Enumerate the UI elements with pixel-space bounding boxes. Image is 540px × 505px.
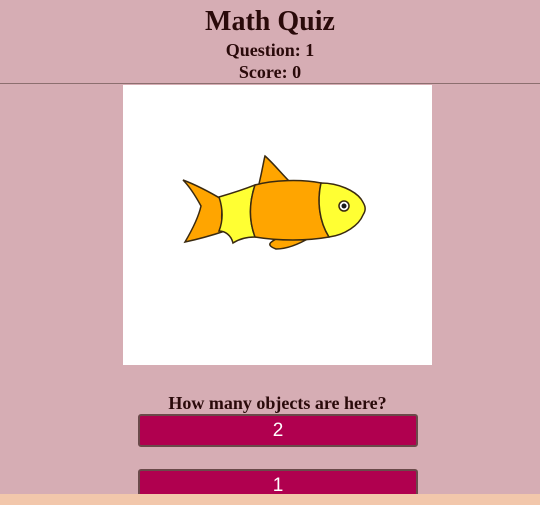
fish-rear-band xyxy=(217,183,257,245)
fish-pupil xyxy=(341,203,347,209)
fish-tail xyxy=(182,179,227,244)
fish-body xyxy=(249,179,331,241)
bottom-strip xyxy=(0,494,540,505)
quiz-header: Math Quiz Question: 1 Score: 0 xyxy=(0,0,540,84)
fish-icon xyxy=(182,154,366,250)
question-prompt: How many objects are here? xyxy=(168,393,387,413)
quiz-page: Math Quiz Question: 1 Score: 0 How many … xyxy=(0,0,540,505)
fish-top-fin xyxy=(258,154,291,185)
question-image-panel xyxy=(123,85,432,365)
score-counter: Score: 0 xyxy=(238,62,302,82)
page-title: Math Quiz xyxy=(205,6,335,37)
question-counter: Question: 1 xyxy=(225,40,315,60)
answer-button-2[interactable]: 2 xyxy=(138,414,418,447)
